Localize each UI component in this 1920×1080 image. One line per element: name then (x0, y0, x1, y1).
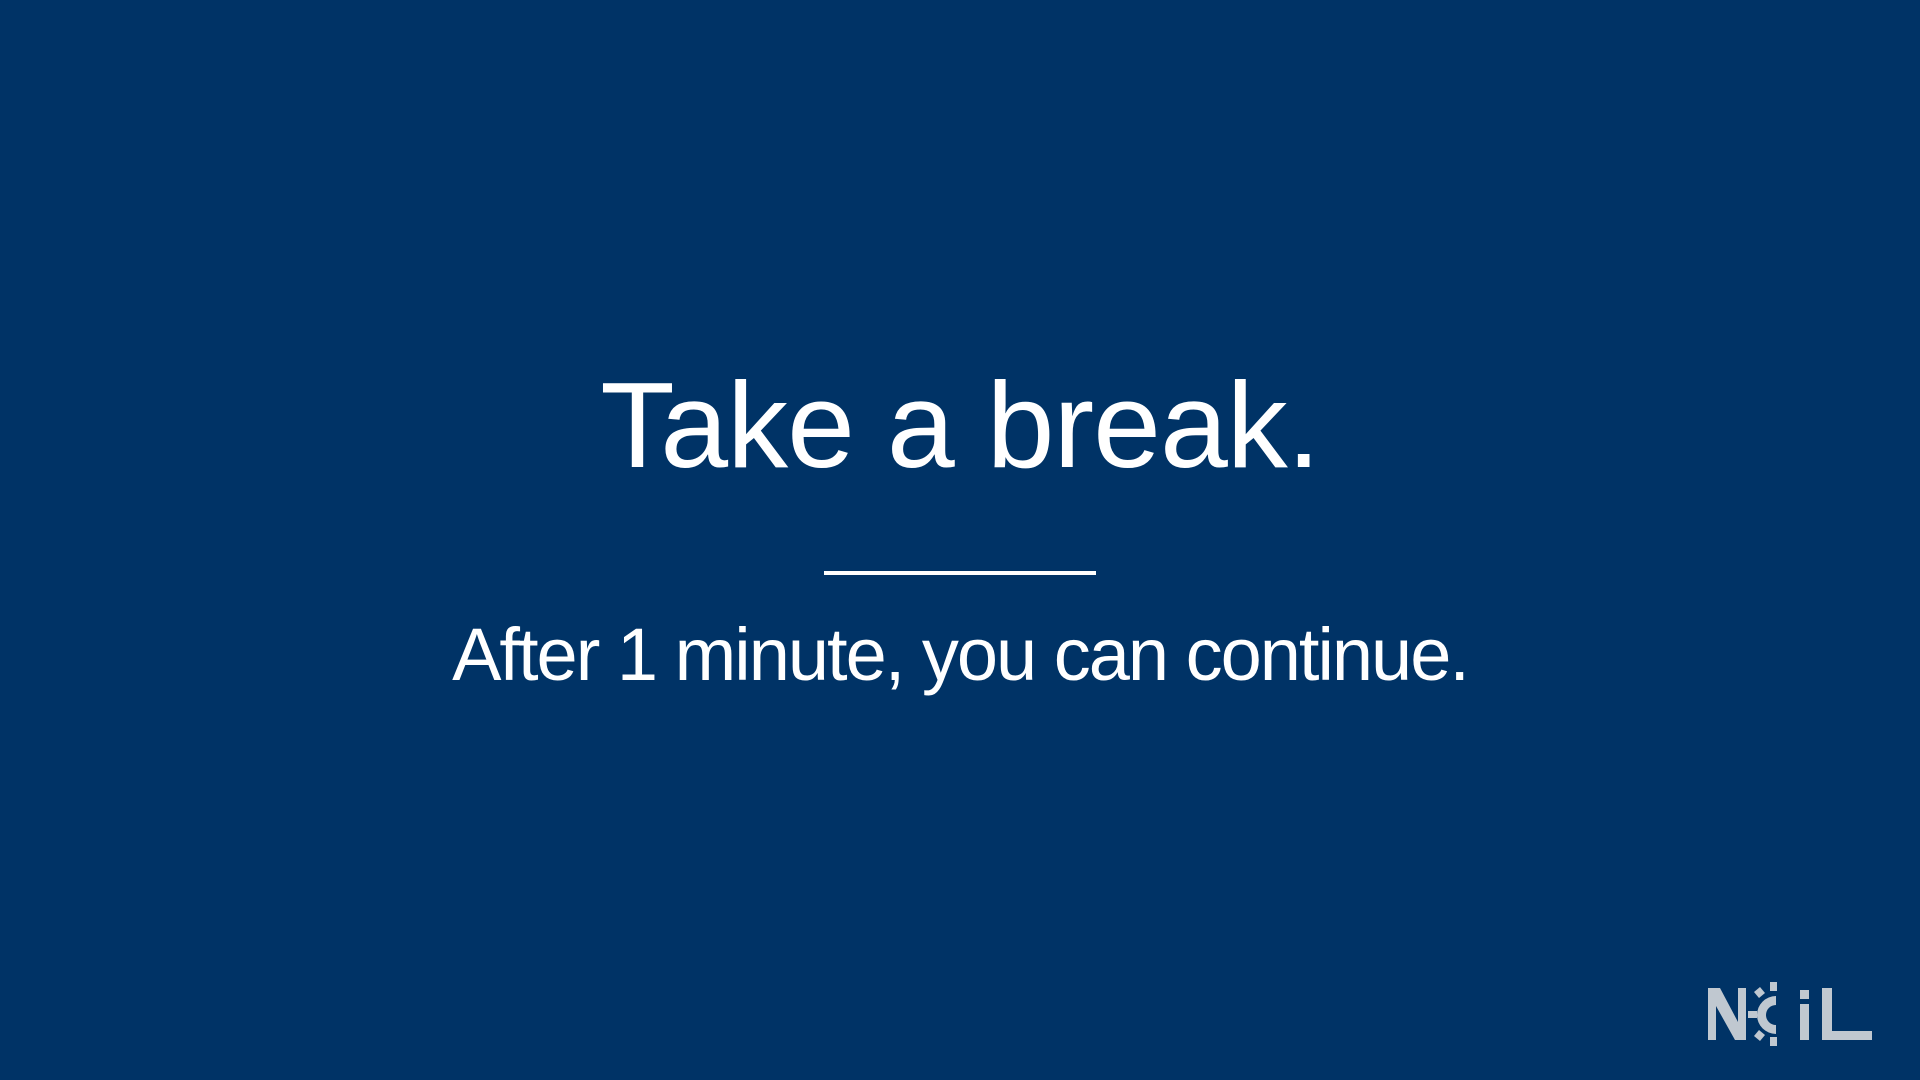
break-slide: Take a break. After 1 minute, you can co… (0, 0, 1920, 1080)
slide-subtitle: After 1 minute, you can continue. (452, 613, 1470, 696)
divider-line (824, 571, 1096, 575)
gear-icon (1748, 982, 1777, 1046)
slide-title: Take a break. (600, 357, 1320, 493)
ncil-logo (1708, 982, 1872, 1046)
